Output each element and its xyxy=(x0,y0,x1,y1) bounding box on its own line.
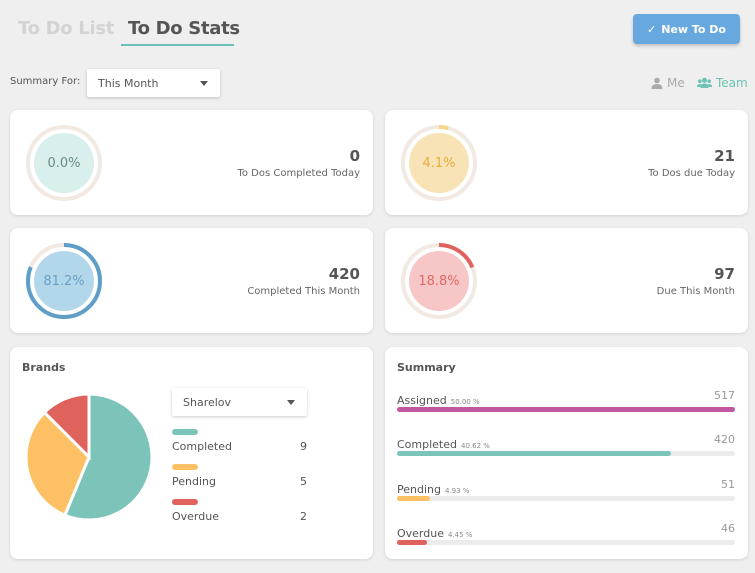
progress-fill xyxy=(397,407,735,412)
ring-percent: 4.1% xyxy=(422,155,456,171)
stat-label: To Dos due Today xyxy=(648,168,735,179)
summary-label: Completed xyxy=(397,438,457,451)
tab-to-do-list[interactable]: To Do List xyxy=(18,18,114,39)
summary-label: Overdue xyxy=(397,527,444,540)
summary-percent: 4.93 % xyxy=(444,487,470,495)
brands-pie-chart xyxy=(24,392,154,522)
summary-period-select[interactable]: This Month xyxy=(87,69,220,97)
summary-value: 46 xyxy=(721,522,735,535)
summary-value: 420 xyxy=(714,433,735,446)
scope-me-label: Me xyxy=(667,76,685,90)
summary-row-overdue: Overdue 4.45 % 46 xyxy=(397,522,735,545)
caret-down-icon xyxy=(200,81,208,86)
legend-swatch xyxy=(172,429,198,435)
caret-down-icon xyxy=(287,400,295,405)
legend-value: 5 xyxy=(300,475,307,488)
summary-value: 51 xyxy=(721,478,735,491)
stat-label: Due This Month xyxy=(656,286,735,297)
legend-swatch xyxy=(172,499,198,505)
progress-track xyxy=(397,496,735,501)
summary-percent: 4.45 % xyxy=(448,531,473,539)
summary-percent: 40.62 % xyxy=(461,442,490,450)
progress-track xyxy=(397,540,735,545)
scope-team-toggle[interactable]: Team xyxy=(697,76,748,90)
stat-label: Completed This Month xyxy=(247,286,360,297)
user-icon xyxy=(651,77,663,89)
legend-item-overdue: Overdue 2 xyxy=(172,499,307,523)
legend-value: 2 xyxy=(300,510,307,523)
stat-value: 420 xyxy=(328,265,360,283)
stat-card-due-month: 18.8% 97 Due This Month xyxy=(385,228,748,333)
progress-fill xyxy=(397,496,431,501)
summary-label: Assigned xyxy=(397,394,447,407)
legend-swatch xyxy=(172,464,198,470)
brand-select-value: Sharelov xyxy=(183,395,232,409)
stat-label: To Dos Completed Today xyxy=(237,168,360,179)
summary-row-pending: Pending 4.93 % 51 xyxy=(397,478,735,501)
summary-for-label: Summary For: xyxy=(10,76,81,87)
new-todo-label: New To Do xyxy=(661,22,726,36)
summary-row-assigned: Assigned 50.00 % 517 xyxy=(397,389,735,412)
brand-select[interactable]: Sharelov xyxy=(172,388,307,416)
stat-card-due-today: 4.1% 21 To Dos due Today xyxy=(385,110,748,215)
legend-value: 9 xyxy=(300,440,307,453)
progress-fill xyxy=(397,451,672,456)
summary-period-value: This Month xyxy=(98,76,159,90)
legend-label: Overdue xyxy=(172,510,219,523)
new-todo-button[interactable]: ✓ New To Do xyxy=(633,14,740,44)
users-icon xyxy=(697,77,712,88)
ring-percent: 81.2% xyxy=(43,273,85,289)
legend-item-completed: Completed 9 xyxy=(172,429,307,453)
summary-title: Summary xyxy=(397,361,456,374)
stat-value: 0 xyxy=(349,147,360,165)
progress-track xyxy=(397,451,735,456)
active-tab-indicator xyxy=(121,44,234,46)
scope-team-label: Team xyxy=(716,76,748,90)
legend-label: Pending xyxy=(172,475,216,488)
stat-value: 21 xyxy=(714,147,735,165)
progress-track xyxy=(397,407,735,412)
brands-card: Brands Completed 9 Pending 5 Overdue 2 xyxy=(10,347,373,559)
stat-card-completed-today: 0.0% 0 To Dos Completed Today xyxy=(10,110,373,215)
summary-row-completed: Completed 40.62 % 420 xyxy=(397,433,735,456)
progress-fill xyxy=(397,540,428,545)
summary-card: Summary Assigned 50.00 % 517 Completed 40.… xyxy=(385,347,748,559)
ring-percent: 18.8% xyxy=(418,273,460,289)
summary-label: Pending xyxy=(397,483,441,496)
summary-value: 517 xyxy=(714,389,735,402)
summary-percent: 50.00 % xyxy=(450,398,480,406)
ring-percent: 0.0% xyxy=(47,155,81,171)
stat-value: 97 xyxy=(714,265,735,283)
brands-title: Brands xyxy=(22,361,66,374)
check-icon: ✓ xyxy=(647,22,657,36)
stat-card-completed-month: 81.2% 420 Completed This Month xyxy=(10,228,373,333)
scope-me-toggle[interactable]: Me xyxy=(651,76,685,90)
tab-to-do-stats[interactable]: To Do Stats xyxy=(128,18,240,39)
legend-item-pending: Pending 5 xyxy=(172,464,307,488)
legend-label: Completed xyxy=(172,440,232,453)
